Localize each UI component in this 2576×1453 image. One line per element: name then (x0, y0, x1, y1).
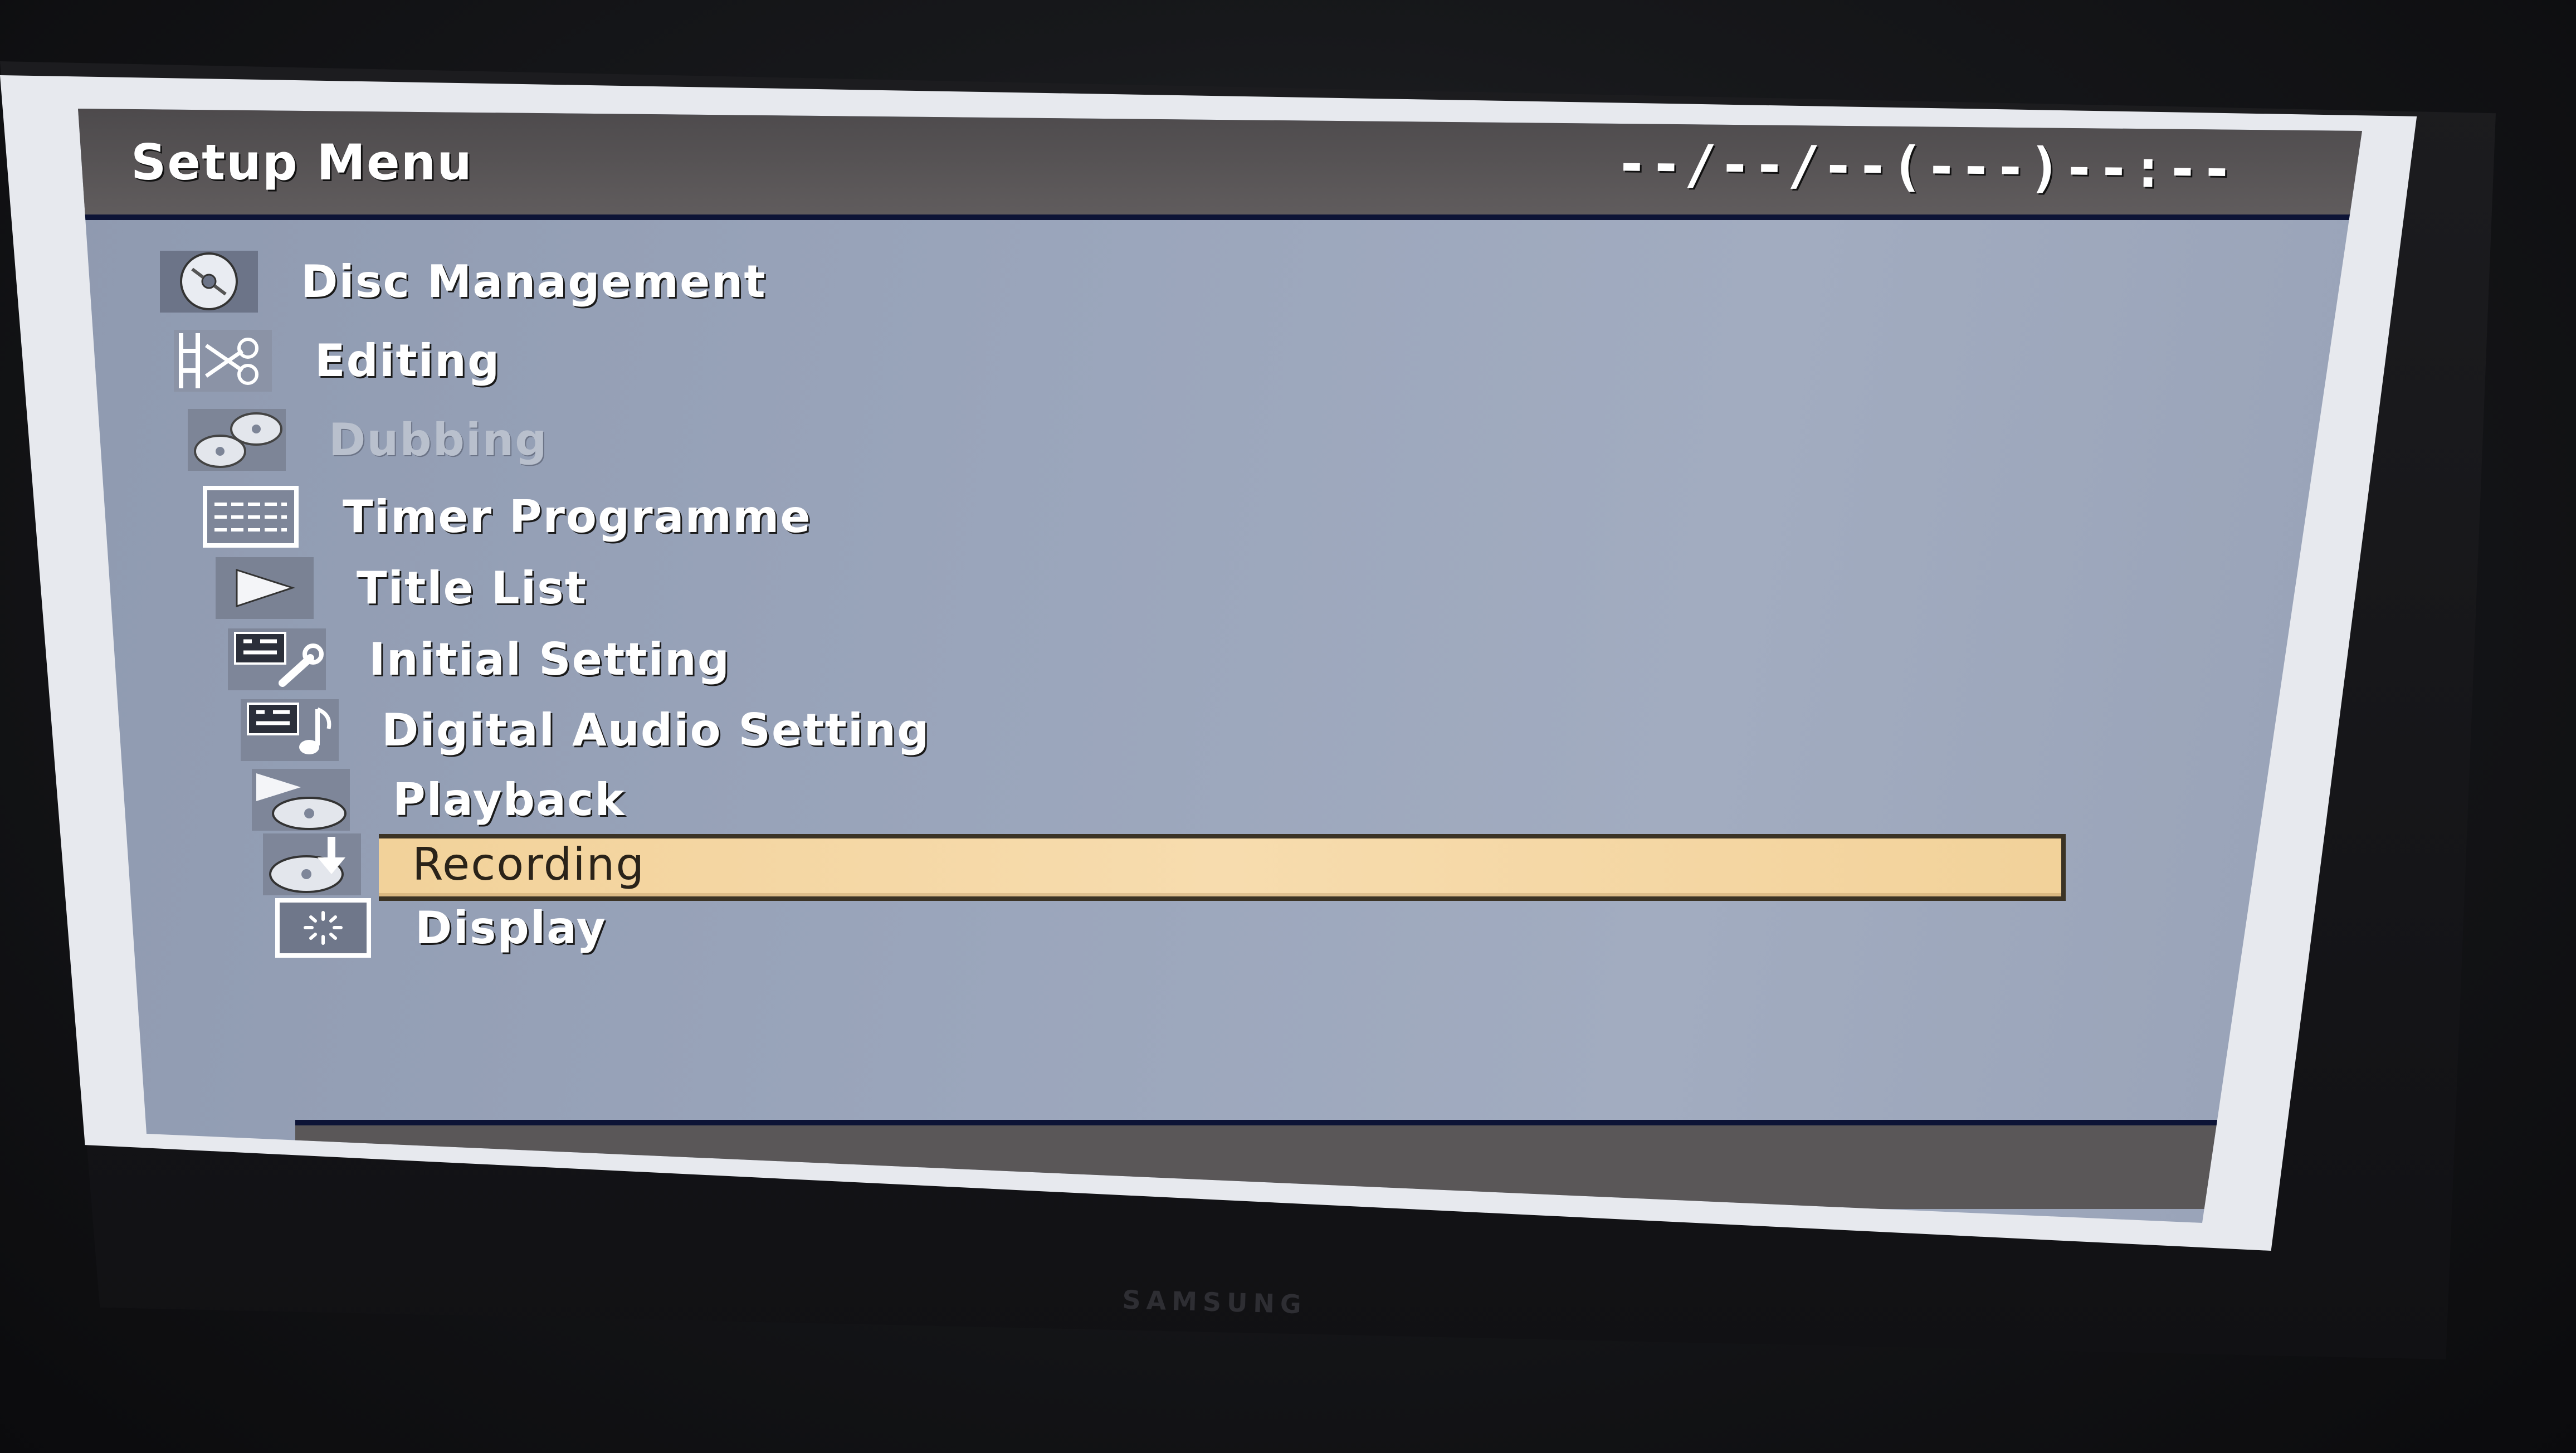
menu-item-playback[interactable]: Playback (248, 766, 2086, 833)
menu-item-label: Editing (315, 334, 501, 387)
wrench-settings-icon (224, 626, 330, 693)
recording-disc-icon (259, 831, 365, 898)
play-icon (212, 554, 318, 621)
menu-item-label: Recording (412, 838, 646, 890)
tv-screen: Setup Menu --/--/--(---)--:-- Disc Manag… (0, 75, 2417, 1251)
menu-item-disc-management[interactable]: Disc Management (156, 248, 1994, 315)
menu-item-editing[interactable]: Editing (170, 327, 2008, 394)
menu-title: Setup Menu (131, 134, 473, 191)
timer-list-icon (198, 483, 304, 550)
setup-menu-panel: Setup Menu --/--/--(---)--:-- Disc Manag… (78, 109, 2362, 1223)
datetime-display: --/--/--(---)--:-- (1615, 133, 2236, 201)
menu-item-label: Disc Management (301, 255, 767, 308)
menu-item-label: Display (415, 901, 607, 954)
menu-item-digital-audio-setting[interactable]: Digital Audio Setting (237, 696, 2075, 763)
playback-disc-icon (248, 766, 354, 833)
menu-item-label: Digital Audio Setting (382, 704, 930, 756)
menu-item-label: Timer Programme (343, 490, 812, 543)
music-note-icon (237, 696, 343, 763)
tv-brand-logo: SAMSUNG (1121, 1284, 1307, 1320)
menu-item-dubbing[interactable]: Dubbing (184, 406, 2022, 473)
dubbing-discs-icon (184, 406, 290, 473)
menu-item-recording[interactable]: Recording (259, 831, 2097, 901)
menu-item-label: Initial Setting (369, 633, 731, 685)
menu-item-timer-programme[interactable]: Timer Programme (198, 483, 2036, 550)
title-bar: Setup Menu --/--/--(---)--:-- (78, 109, 2362, 220)
display-icon (270, 894, 376, 961)
menu-item-label: Dubbing (329, 413, 548, 466)
menu-item-label: Title List (357, 562, 588, 614)
menu-item-title-list[interactable]: Title List (212, 554, 2050, 621)
film-scissors-icon (170, 327, 276, 394)
menu-item-label: Playback (393, 773, 626, 826)
menu-item-display[interactable]: Display (270, 894, 2109, 961)
menu-item-initial-setting[interactable]: Initial Setting (224, 626, 2062, 693)
disc-icon (156, 248, 262, 315)
